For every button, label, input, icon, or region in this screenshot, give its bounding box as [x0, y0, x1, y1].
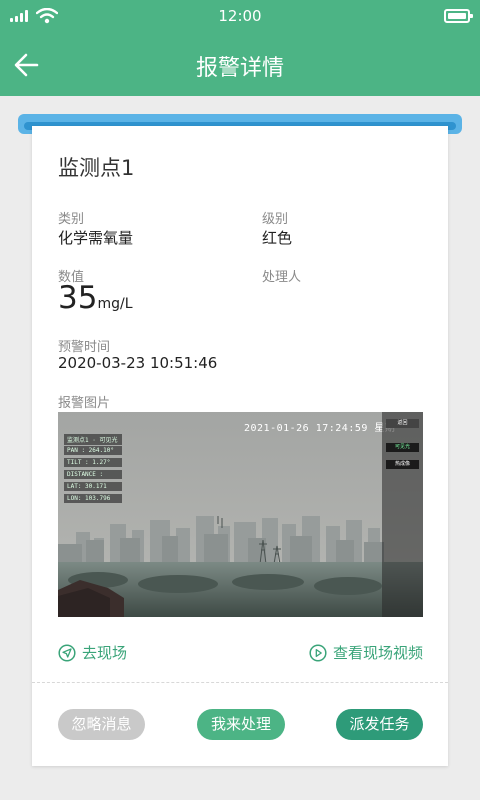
camera-control-panel: 返回 可见光 热成像 — [382, 412, 423, 617]
navigation-icon — [58, 643, 76, 662]
alarm-value: 35mg/L — [58, 280, 133, 316]
camera-timestamp: 2021-01-26 17:24:59 星期 — [244, 423, 396, 434]
osd-line: TILT : 1.27° — [64, 458, 122, 467]
level-value: 红色 — [262, 229, 293, 247]
divider — [32, 682, 448, 683]
play-icon — [309, 643, 327, 662]
view-site-video-label: 查看现场视频 — [332, 644, 423, 662]
category-value: 化学需氧量 — [58, 229, 134, 247]
alarm-value-unit: mg/L — [97, 296, 133, 312]
ignore-message-button[interactable]: 忽略消息 — [58, 709, 145, 740]
alarm-value-number: 35 — [58, 280, 98, 316]
monitoring-point-name: 监测点1 — [58, 156, 135, 180]
category-label: 类别 — [58, 212, 85, 227]
osd-line: 监测点1 · 可见光 — [64, 434, 122, 445]
alarm-photo[interactable]: 2021-01-26 17:24:59 星期 监测点1 · 可见光 PAN : … — [58, 412, 423, 617]
camera-back-button: 返回 — [386, 419, 419, 428]
thermal-button: 热成像 — [386, 460, 419, 469]
osd-line: DISTANCE : — [64, 470, 122, 479]
visible-light-button: 可见光 — [386, 443, 419, 452]
status-time: 12:00 — [218, 7, 262, 25]
level-label: 级别 — [262, 212, 289, 227]
nav-bar: 报警详情 — [0, 34, 480, 96]
osd-line: PAN : 264.10° — [64, 446, 122, 455]
alarm-time-value: 2020-03-23 10:51:46 — [58, 354, 218, 372]
dispatch-task-button[interactable]: 派发任务 — [336, 709, 423, 740]
handle-alarm-button[interactable]: 我来处理 — [197, 709, 285, 740]
osd-line: LON: 103.796 — [64, 494, 122, 503]
battery-icon — [444, 9, 473, 23]
alarm-image-label: 报警图片 — [58, 396, 111, 411]
go-to-site-label: 去现场 — [82, 644, 128, 662]
status-bar: 12:00 — [0, 0, 480, 34]
osd-line: LAT: 30.171 — [64, 482, 122, 491]
alarm-time-label: 预警时间 — [58, 340, 111, 355]
go-to-site-link[interactable]: 去现场 — [58, 642, 127, 663]
handler-label: 处理人 — [262, 270, 302, 285]
view-site-video-link[interactable]: 查看现场视频 — [309, 642, 423, 663]
alarm-detail-card: 监测点1 类别 化学需氧量 级别 红色 数值 35mg/L 处理人 预警时间 2… — [32, 126, 448, 766]
page-title: 报警详情 — [195, 56, 284, 81]
